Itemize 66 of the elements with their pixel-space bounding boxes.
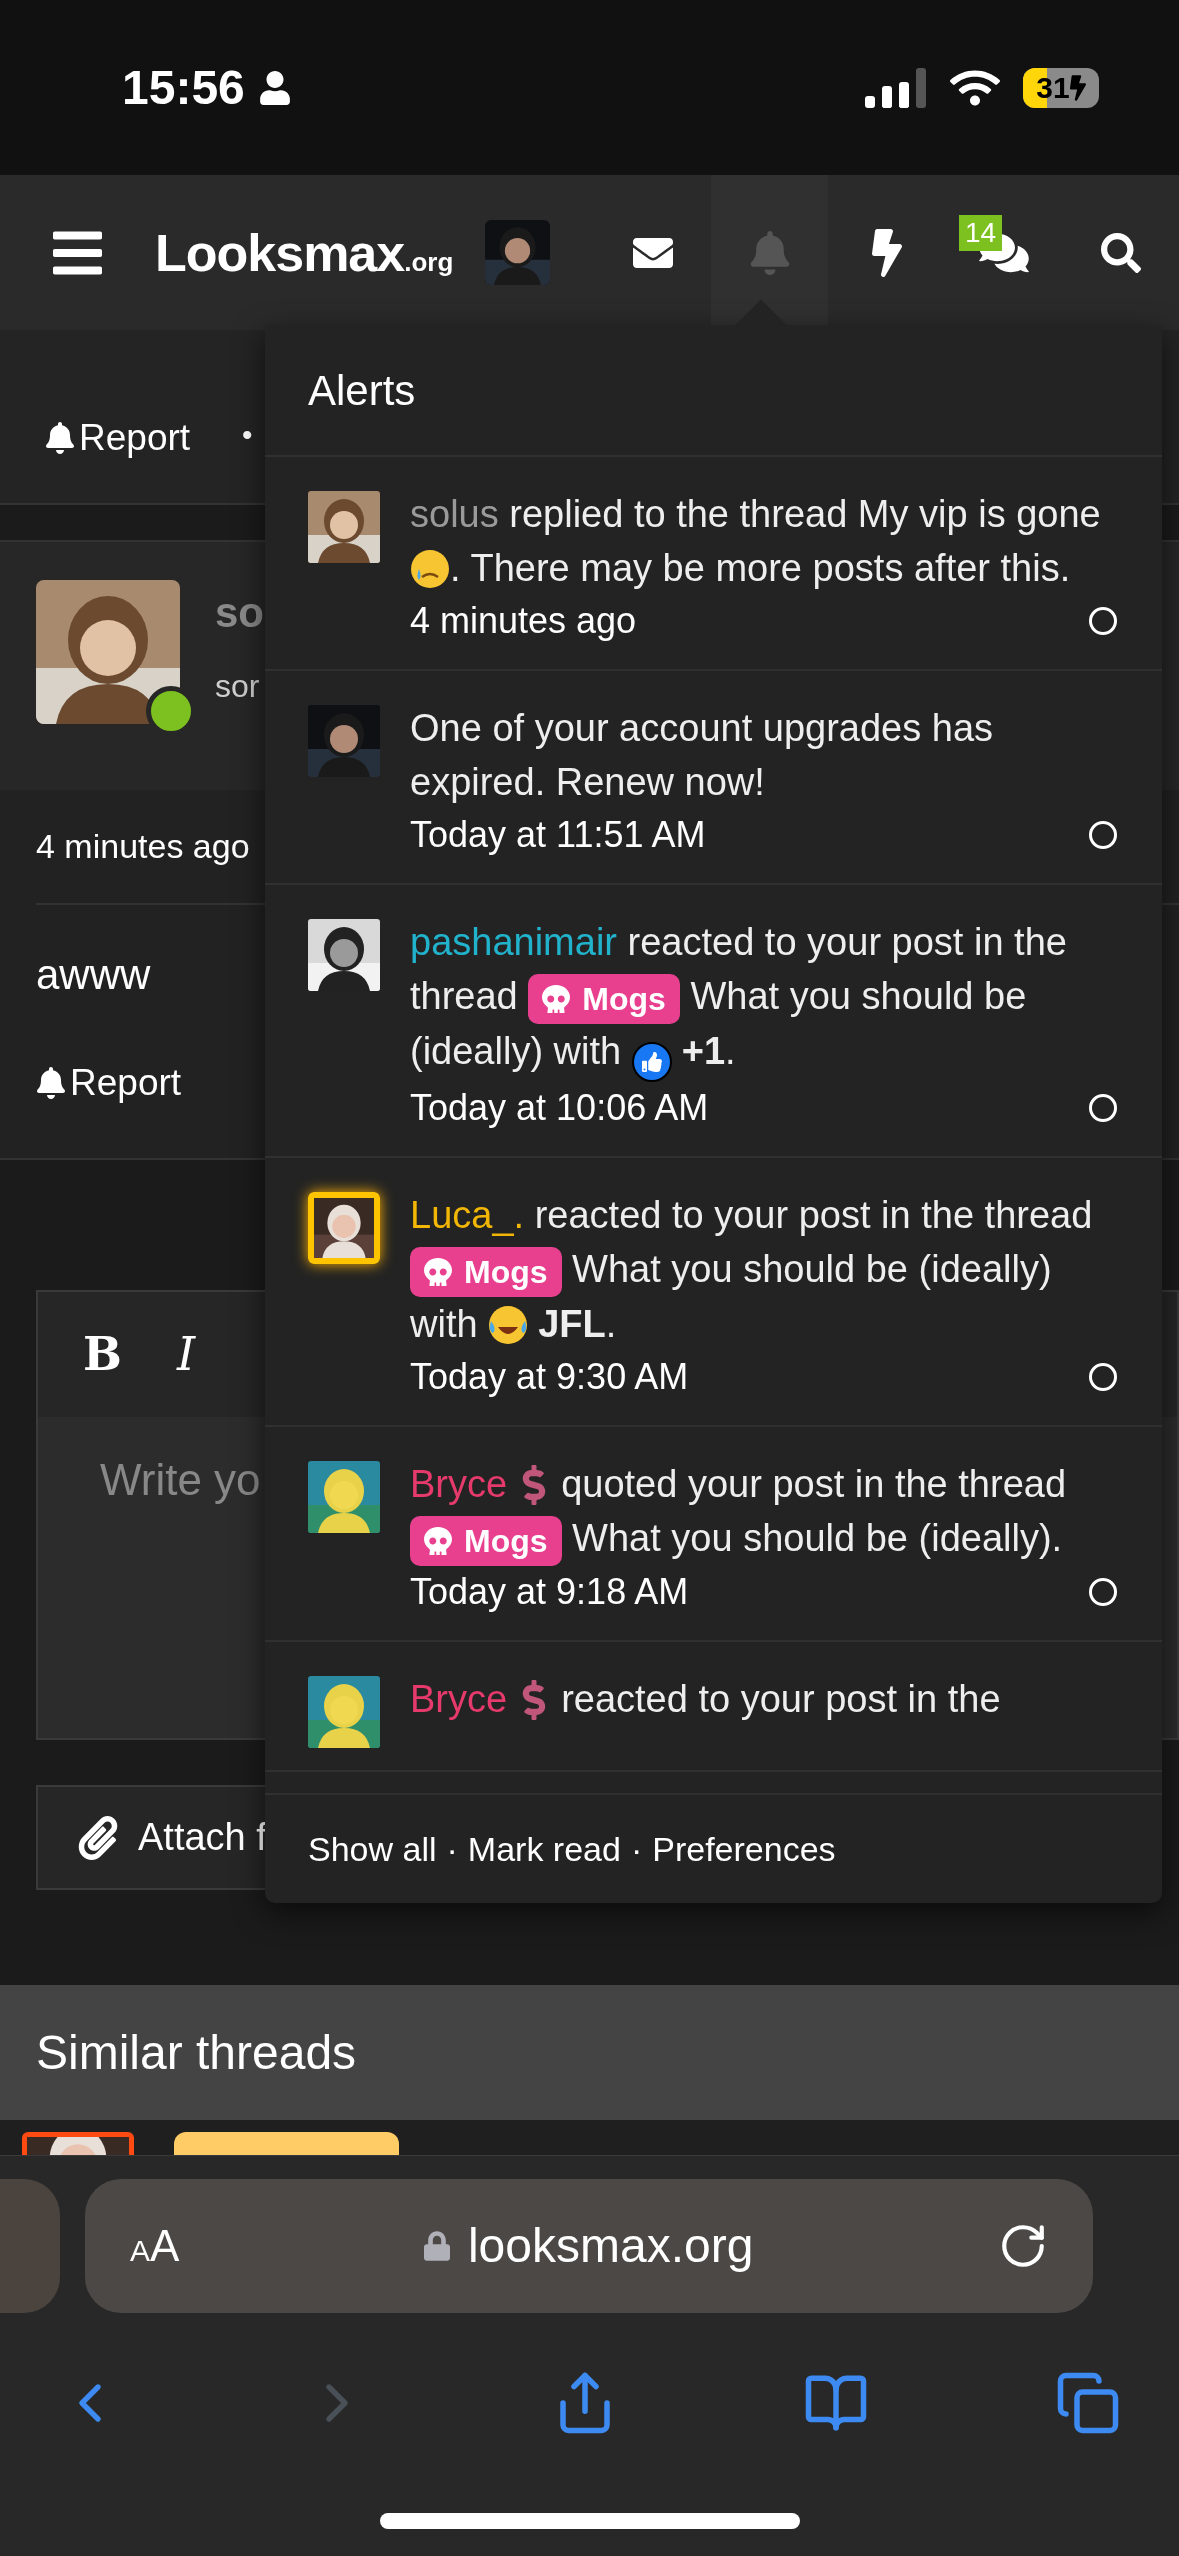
alert-time: Today at 10:06 AM [410,1085,709,1130]
thumbs-up-icon [631,1041,672,1082]
separator-dot: · [446,1828,458,1870]
username-link[interactable]: solus [410,493,499,535]
person-icon [258,70,291,105]
prefix-tag[interactable]: Mogs [528,973,680,1024]
post-time: 4 minutes ago [36,826,250,867]
footer-link[interactable]: Mark read [467,1823,621,1875]
crying-emoji-icon [410,549,450,589]
report-link[interactable]: Report [45,410,191,466]
alert-text[interactable]: solus replied to the thread My vip is gone . There may be more posts after this. [410,487,1117,595]
avatar-glow-frame[interactable] [308,1191,380,1264]
charging-icon [1069,74,1086,101]
alert-text[interactable]: Luca_. reacted to your post in the thread Mogs What you should be (ideally) with JFL. [410,1187,1117,1351]
address-bar[interactable]: AA looksmax.org [85,2179,1093,2313]
url-text: looksmax.org [467,2218,754,2274]
skull-icon [542,984,571,1013]
lock-icon [423,2230,450,2262]
footer-link[interactable]: Preferences [652,1823,836,1875]
menu-title: Alerts [308,365,416,416]
tabs-icon[interactable] [1055,2370,1121,2436]
site-logo[interactable]: Looksmax.org [155,213,454,292]
mark-read-button[interactable] [1089,1577,1117,1606]
separator-dot: · [630,1828,643,1870]
user-title: sor [215,667,261,706]
laughing-emoji-icon [488,1304,529,1345]
lightning-icon [869,228,904,277]
username-link[interactable]: Luca_. [410,1193,525,1236]
mark-read-button[interactable] [1089,1093,1117,1122]
alert-text[interactable]: One of your account upgrades has expired. Renew now! [410,701,1117,809]
alert-time: Today at 9:18 AM [410,1569,689,1614]
italic-button[interactable]: I [176,1320,196,1389]
mark-read-button[interactable] [1089,821,1117,849]
alert-text[interactable]: Bryce quoted your post in the thread Mogs What you should be (ideally). [410,1456,1117,1566]
alert-time: Today at 11:51 AM [410,813,706,857]
prefix-tag[interactable]: Mogs [410,1246,562,1297]
bell-icon [45,421,75,454]
report-link[interactable]: Report [36,1055,182,1111]
mark-read-button[interactable] [1089,1362,1117,1391]
dollar-sign-icon [521,1464,548,1505]
bell-icon [749,230,790,275]
mark-read-button[interactable] [1089,607,1117,635]
username-link[interactable]: Bryce [410,1462,508,1505]
bell-icon [36,1066,66,1099]
prefix-tag[interactable]: Mogs [410,1515,562,1566]
skull-icon [424,1257,452,1286]
paperclip-icon [78,1815,118,1860]
username-link[interactable]: Bryce [410,1677,508,1720]
dollar-sign-icon [521,1679,548,1720]
alert-time: 4 minutes ago [410,599,637,643]
post-username[interactable]: so [215,588,264,638]
account-avatar[interactable] [485,220,551,285]
alert-text[interactable]: Bryce reacted to your post in the [410,1671,1117,1726]
search-icon [1100,232,1141,273]
separator-dot: • [242,417,253,453]
section-title: Similar threads [36,2024,357,2081]
post-body: awww [36,950,151,1000]
alert-time: Today at 9:30 AM [410,1354,689,1399]
signal-icon [865,65,927,110]
skull-icon [424,1526,452,1555]
alert-text[interactable]: pashanimair reacted to your post in the thread Mogs What you should be (ideally) with +1. [410,915,1117,1082]
bold-button[interactable]: B [83,1320,122,1389]
username-link[interactable]: pashanimair [410,921,617,963]
clock-time: 15:56 [122,59,245,116]
text-size-button[interactable]: AA [130,2213,180,2279]
unread-count-badge: 14 [959,215,1003,251]
